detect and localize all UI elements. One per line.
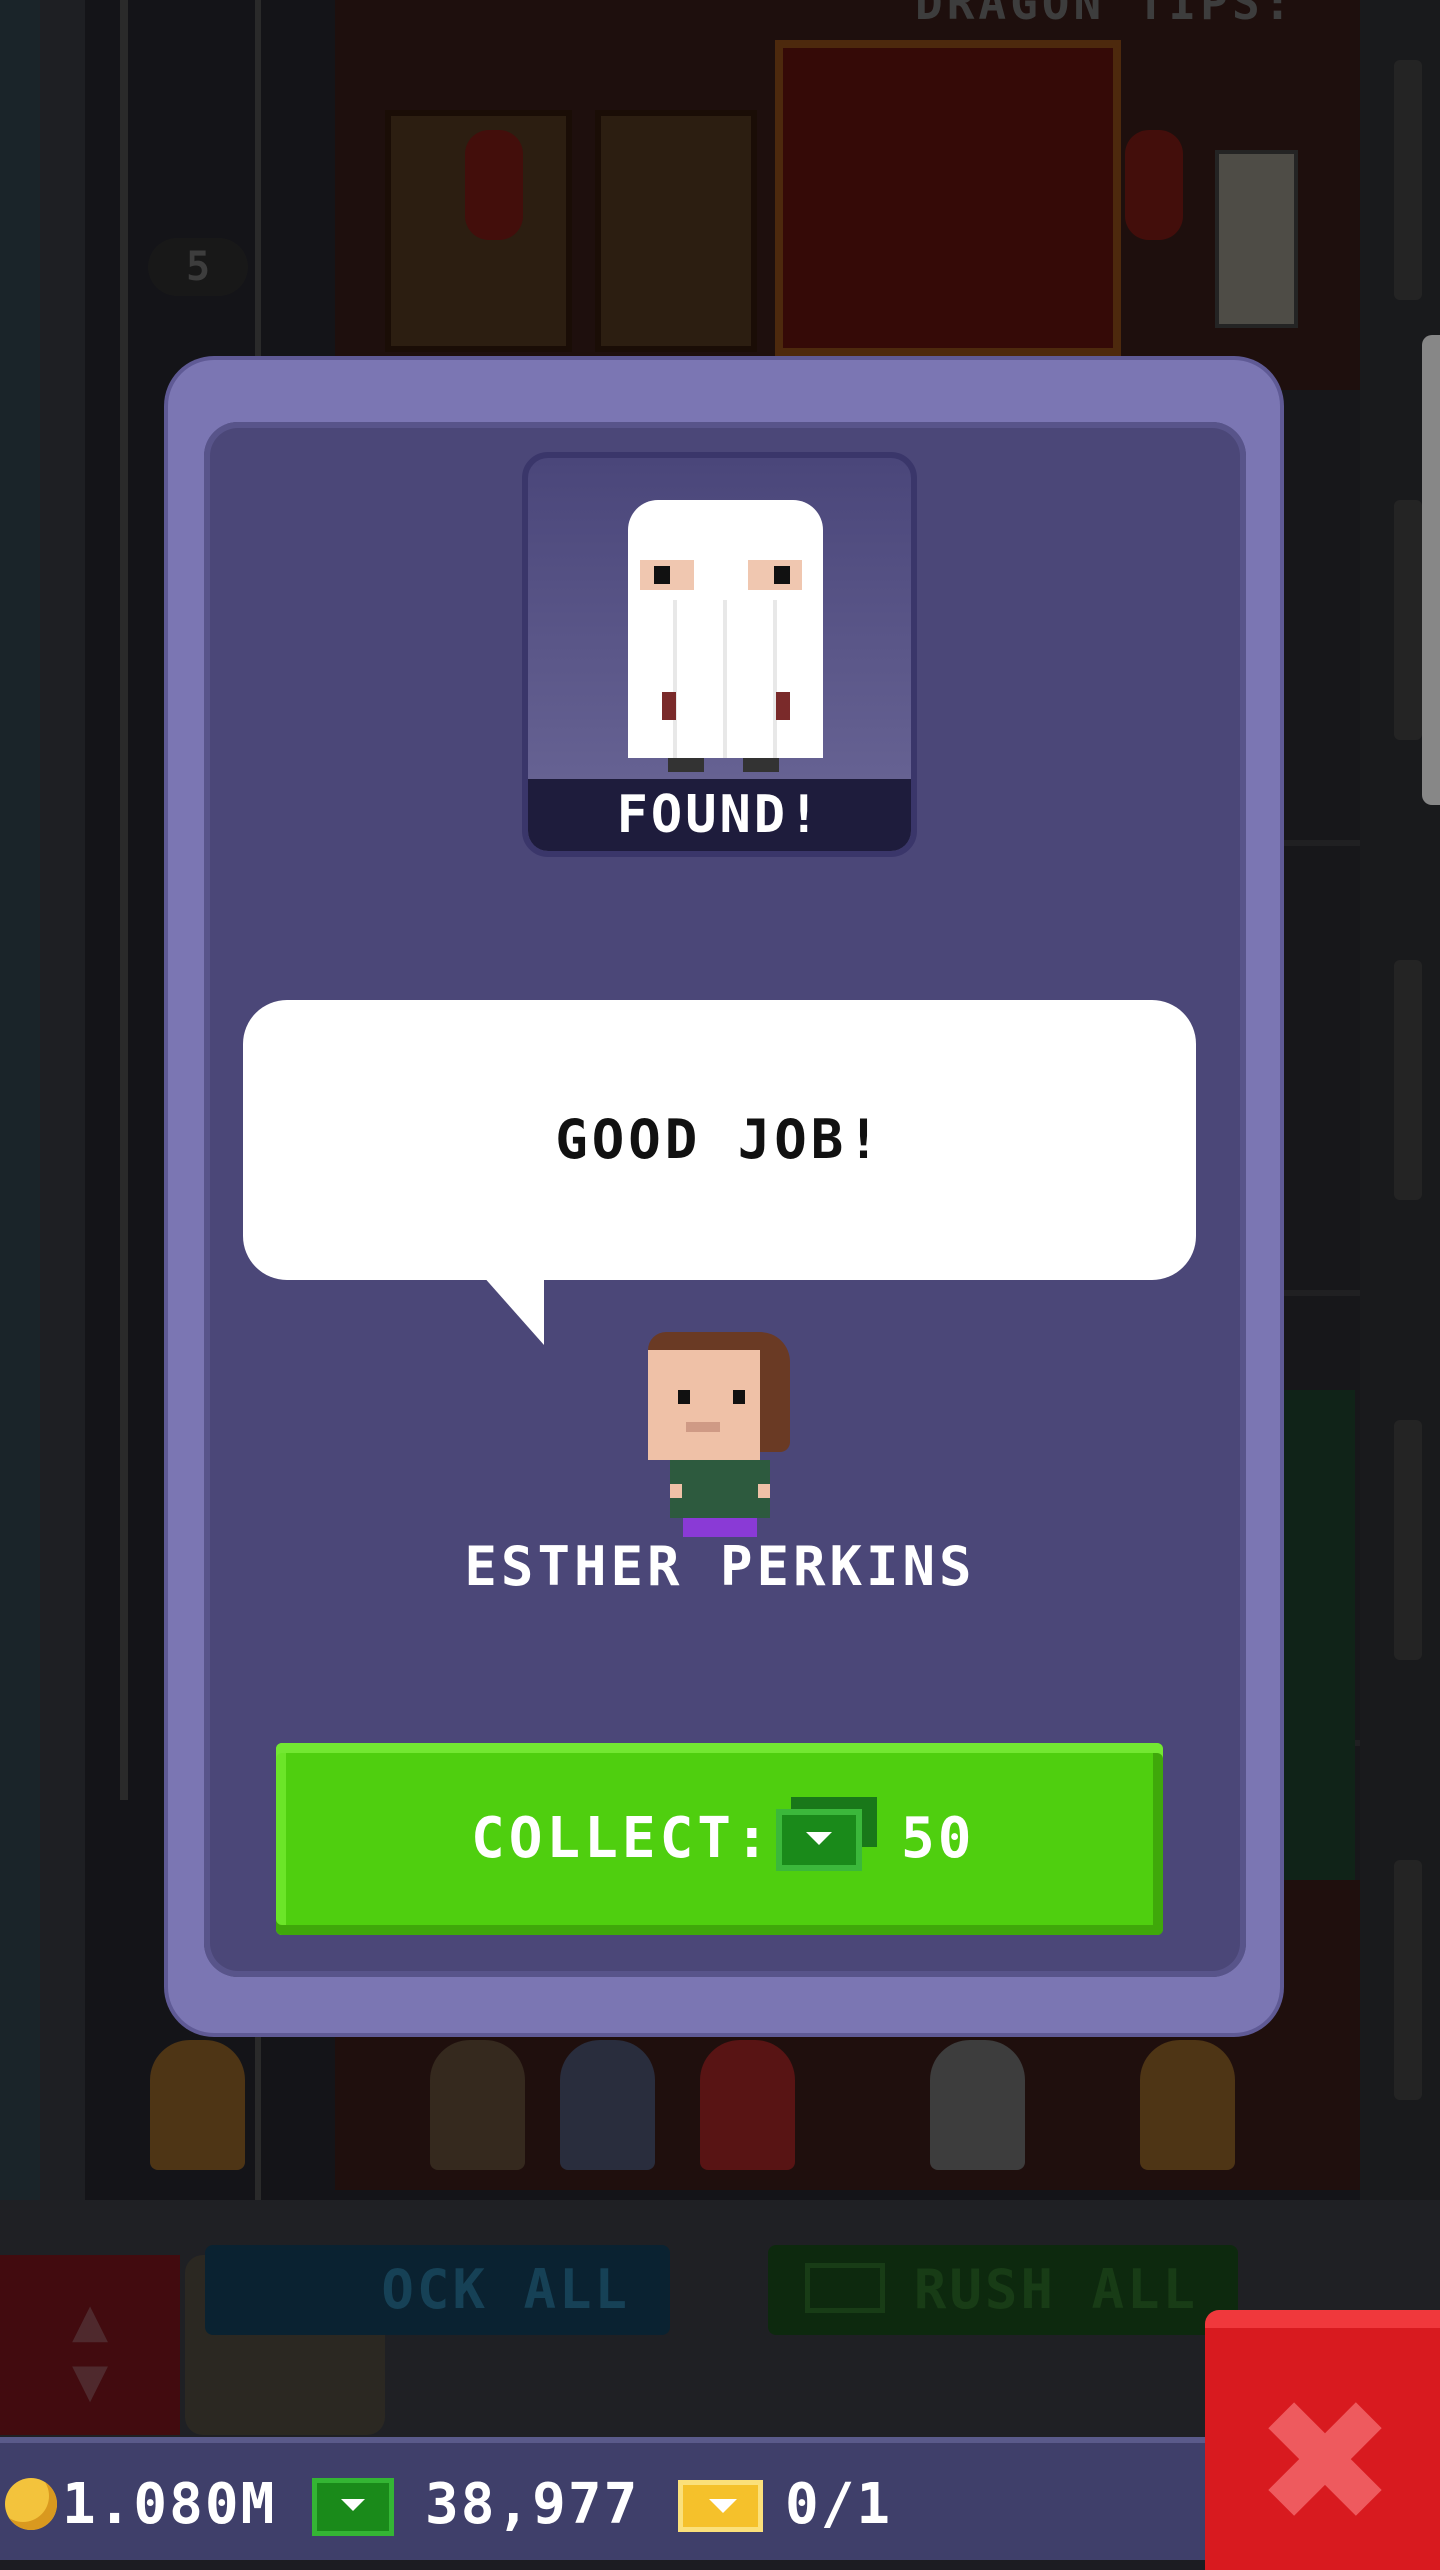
avatar-face [648, 1350, 760, 1460]
bux-icon [776, 1809, 862, 1871]
sheet-fold [673, 600, 677, 758]
ghost-costume-icon [628, 500, 823, 758]
bux-icon [312, 2478, 394, 2536]
speech-text: GOOD JOB! [555, 1108, 884, 1171]
found-label: FOUND! [528, 779, 911, 851]
collect-label: COLLECT: [471, 1806, 773, 1871]
close-icon: ✖ [1253, 2364, 1397, 2562]
avatar-body [670, 1460, 770, 1518]
ghost-hand [662, 692, 676, 720]
bitizen-name: ESTHER PERKINS [464, 1535, 976, 1598]
ghost-hand [776, 692, 790, 720]
speech-bubble-tail [482, 1275, 544, 1345]
ghost-eye [748, 560, 802, 590]
avatar-hand [758, 1484, 770, 1498]
avatar-eye [733, 1390, 745, 1404]
bux-count: 38,977 [425, 2472, 640, 2537]
avatar-nose [686, 1422, 720, 1432]
ghost-eye [640, 560, 694, 590]
collect-button[interactable]: COLLECT: 50 [276, 1743, 1163, 1935]
tickets-count: 0/1 [785, 2472, 893, 2537]
speech-bubble: GOOD JOB! [243, 1000, 1196, 1280]
coin-icon [5, 2478, 57, 2530]
ghost-feet [668, 758, 788, 772]
sheet-fold [773, 600, 777, 758]
found-character-portrait: FOUND! [522, 452, 917, 857]
bitizen-avatar [645, 1332, 795, 1537]
avatar-hand [670, 1484, 682, 1498]
close-button[interactable]: ✖ [1205, 2310, 1440, 2570]
sheet-fold [723, 600, 727, 758]
coins-count: 1.080M [62, 2472, 277, 2537]
golden-ticket-icon [678, 2480, 763, 2532]
avatar-eye [678, 1390, 690, 1404]
collect-amount: 50 [901, 1806, 975, 1871]
